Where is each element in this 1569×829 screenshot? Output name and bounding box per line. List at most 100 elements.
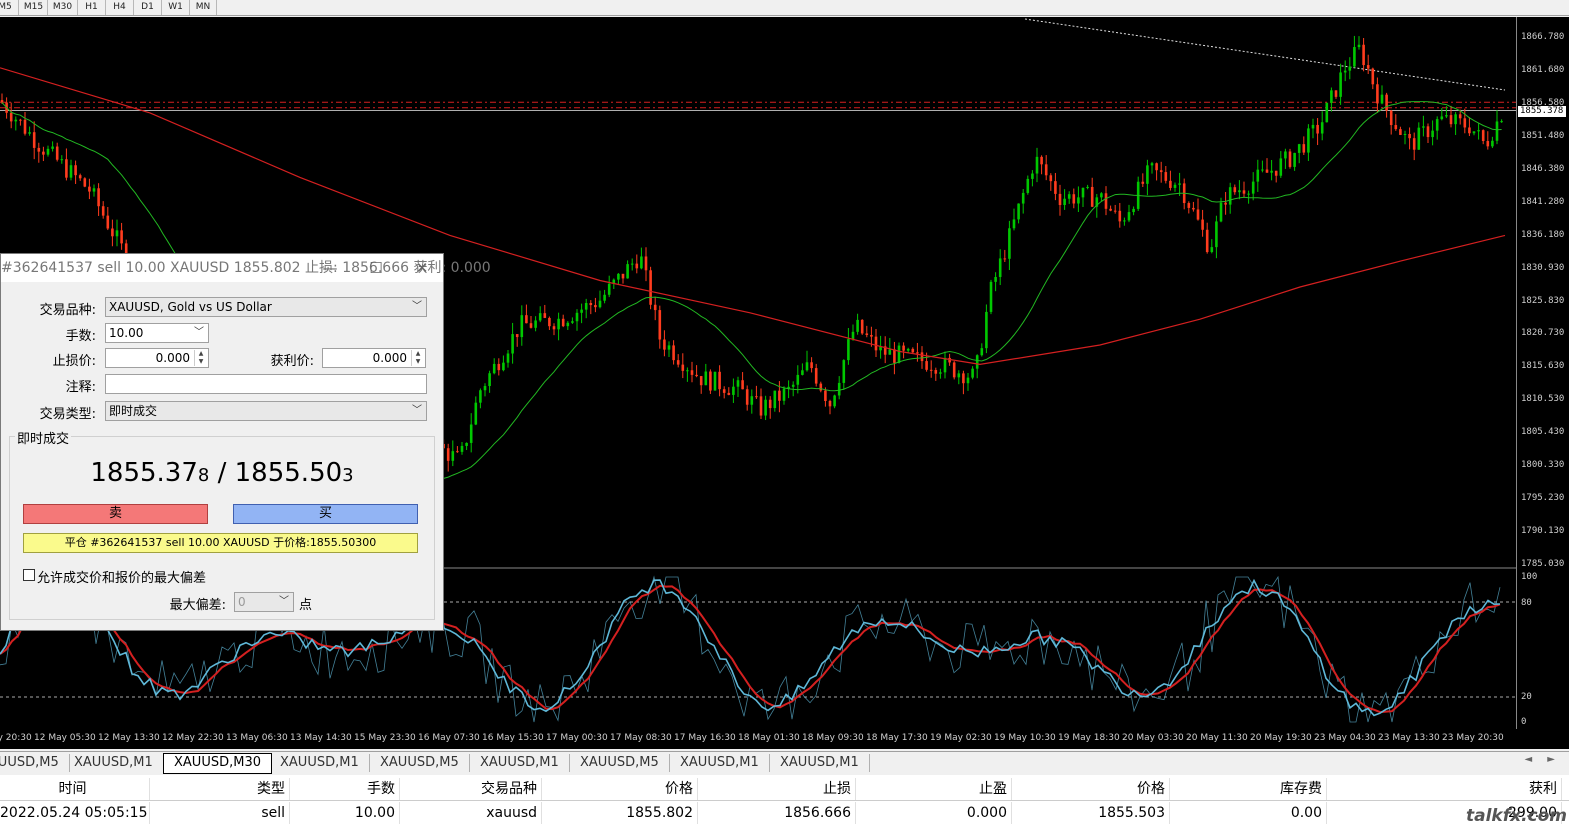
order-type-select[interactable]: 即时成交 ﹀ [105,401,427,421]
column-header[interactable]: 手数 [290,778,400,800]
take-profit-input[interactable]: 0.000 ▲ ▼ [322,348,426,368]
candle-body [1058,193,1062,206]
chart-tab[interactable]: XAUUSD,M5 [0,754,70,772]
candle-body [773,390,777,409]
candle-body [1159,170,1163,173]
column-header[interactable]: 时间 [0,778,150,800]
sell-button[interactable]: 卖 [23,504,208,524]
column-header[interactable]: 库存费 [1170,778,1327,800]
chart-tab[interactable]: XAUUSD,M1 [270,754,370,772]
order-dialog: #362641537 sell 10.00 XAUUSD 1855.802 止损… [0,253,491,631]
chart-tab[interactable]: XAUUSD,M5 [570,754,670,772]
candle-body [1394,125,1398,130]
candle-body [1412,138,1416,150]
chart-tab[interactable]: XAUUSD,M30 [163,753,272,774]
candle-body [1054,181,1057,194]
close-icon[interactable]: ✕ [407,254,437,282]
chart-tab[interactable]: XAUUSD,M1 [64,754,164,772]
candle-body [1123,220,1126,222]
comment-label: 注释: [65,380,96,395]
chevron-down-icon: ﹀ [412,405,422,416]
column-header[interactable]: 交易品种 [400,778,542,800]
table-row[interactable]: 2022.05.24 05:05:15 sell 10.00 xauusd 1855.8… [0,802,1569,824]
candle-body [1339,72,1342,97]
candle-body [1210,247,1214,253]
candle-body [837,382,841,396]
candle-body [1086,186,1089,188]
minimize-icon[interactable]: — [315,254,345,282]
column-header[interactable]: 类型 [150,778,290,800]
maximize-icon[interactable]: ☐ [361,254,391,282]
candle-body [488,373,491,387]
candle-body [1196,209,1200,220]
candle-body [88,186,91,192]
candle-body [1376,84,1379,104]
candle-body [764,399,767,416]
price-tick-label: 1810.530 [1521,394,1565,405]
column-header[interactable]: 止损 [698,778,856,800]
price-tick-label: 1861.680 [1521,64,1565,75]
candle-body [1224,202,1227,205]
time-tick-label: 19 May 18:30 [1058,733,1120,743]
deviation-checkbox[interactable] [23,569,35,581]
candle-body [916,352,919,354]
spin-arrows-icon[interactable]: ▲ ▼ [194,350,207,366]
candle-body [621,273,625,279]
chart-tab[interactable]: XAUUSD,M1 [770,754,870,772]
candle-body [60,159,64,161]
spin-arrows-icon[interactable]: ▲ ▼ [411,350,424,366]
timeframe-m15[interactable]: M15 [20,0,48,15]
chart-tab[interactable]: XAUUSD,M5 [370,754,470,772]
candle-body [851,331,855,340]
stop-loss-label: 止损价: [52,354,96,369]
timeframe-m30[interactable]: M30 [48,0,78,15]
stop-loss-input[interactable]: 0.000 ▲ ▼ [105,348,209,368]
candle-body [1169,180,1172,188]
time-tick-label: 19 May 10:30 [994,733,1056,743]
candle-body [506,353,510,363]
table-cell: 1855.802 [542,802,698,824]
table-cell: sell [150,802,290,824]
time-axis: 11 May 20:3012 May 05:3012 May 13:3012 M… [0,729,1569,749]
symbol-select[interactable]: XAUUSD, Gold vs US Dollar ﹀ [105,297,427,317]
close-position-button[interactable]: 平仓 #362641537 sell 10.00 XAUUSD 于价格:1855… [23,533,418,553]
candle-body [897,345,901,363]
chart-tab[interactable]: XAUUSD,M1 [470,754,570,772]
column-header[interactable]: 价格 [542,778,698,800]
price-tick-label: 1836.180 [1521,229,1565,240]
candle-body [856,319,859,332]
timeframe-mn[interactable]: MN [190,0,217,15]
candle-body [492,363,496,374]
candle-body [115,230,119,237]
candle-body [1491,140,1494,147]
price-tick-label: 1795.230 [1521,493,1565,504]
candle-body [975,355,979,369]
chevron-down-icon: ﹀ [194,327,204,338]
candle-body [709,371,712,391]
price-tick-label: 1830.930 [1521,262,1565,273]
comment-input[interactable] [105,374,427,394]
bid-price: 1855.378 [90,458,210,488]
candle-body [552,326,556,330]
stochastic-level-label: 20 [1521,692,1532,702]
candle-body [55,146,59,160]
column-header[interactable]: 止盈 [856,778,1012,800]
tab-scroll-arrows[interactable]: ◄ ► [1524,754,1561,765]
timeframe-w1[interactable]: W1 [162,0,190,15]
buy-button[interactable]: 买 [233,504,418,524]
candle-body [14,119,18,122]
column-header[interactable]: 获利 [1327,778,1562,800]
candle-body [1486,141,1490,147]
timeframe-toolbar: M5 M15 M30 H1 H4 D1 W1 MN [0,0,1569,16]
candle-body [681,364,685,371]
timeframe-h1[interactable]: H1 [78,0,106,15]
timeframe-m5[interactable]: M5 [0,0,19,15]
timeframe-h4[interactable]: H4 [106,0,134,15]
timeframe-d1[interactable]: D1 [134,0,162,15]
chart-tab[interactable]: XAUUSD,M1 [670,754,770,772]
symbol-value: XAUUSD, Gold vs US Dollar [109,300,272,314]
volume-select[interactable]: 10.00 ﹀ [105,323,209,343]
deviation-checkbox-label[interactable]: 允许成交价和报价的最大偏差 [37,567,206,586]
column-header[interactable]: 价格 [1012,778,1170,800]
time-tick-label: 18 May 09:30 [802,733,864,743]
